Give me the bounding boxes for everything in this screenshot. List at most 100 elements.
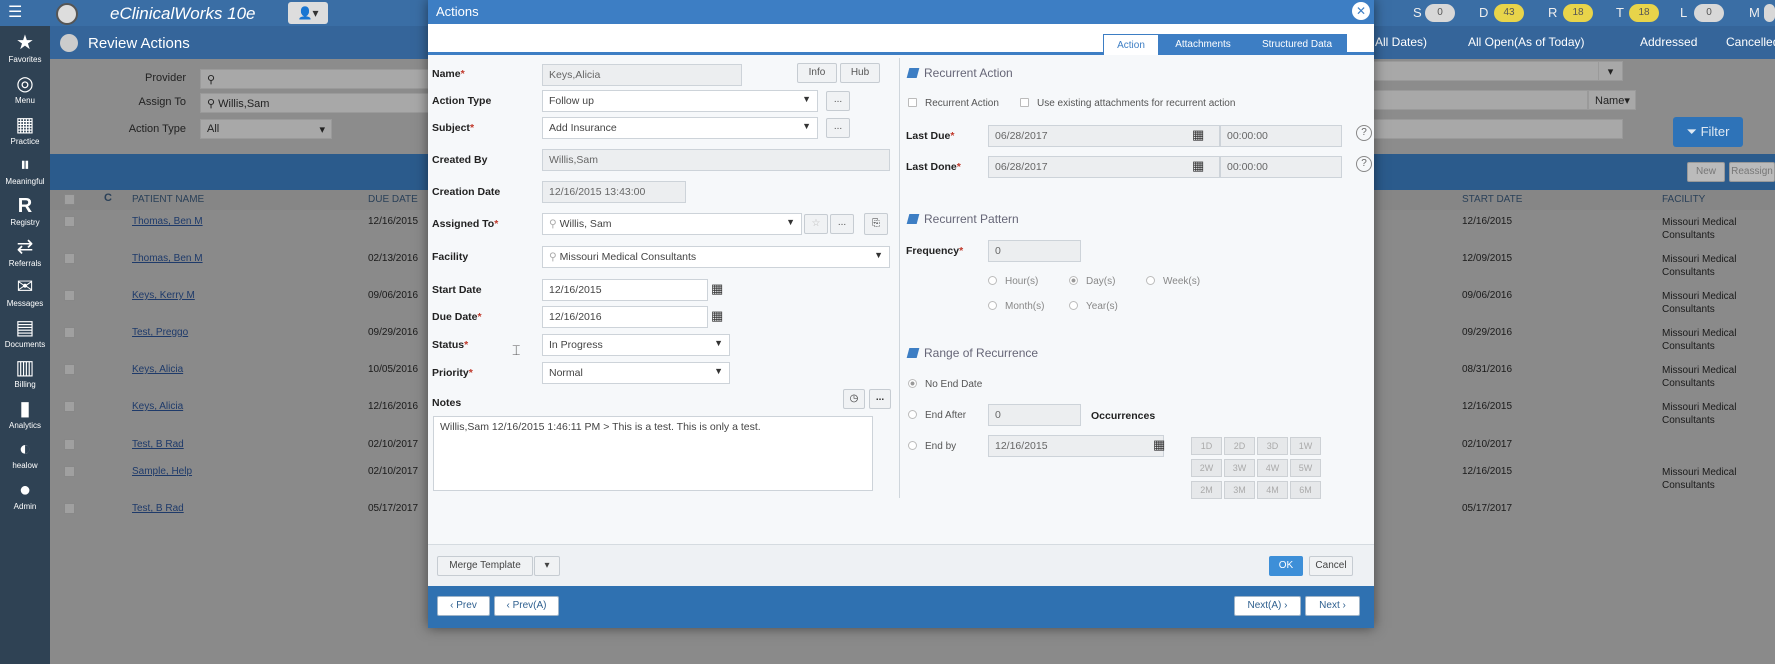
tab-cancelled[interactable]: Cancelled bbox=[1726, 35, 1775, 49]
notes-more-button[interactable]: ... bbox=[869, 389, 891, 409]
end-by-date-input[interactable]: 12/16/2015 bbox=[988, 435, 1164, 457]
chevron-down-icon[interactable]: ▾ bbox=[1598, 61, 1623, 81]
quick-1d-button[interactable]: 1D bbox=[1191, 437, 1222, 455]
sidebar-item-referrals[interactable]: ⇄ Referrals bbox=[0, 236, 50, 268]
filter-button[interactable]: ⏷ Filter bbox=[1673, 117, 1743, 147]
merge-template-dropdown-icon[interactable]: ▾ bbox=[534, 556, 560, 576]
row-checkbox[interactable] bbox=[64, 253, 75, 264]
row-checkbox[interactable] bbox=[64, 439, 75, 450]
quick-4m-button[interactable]: 4M bbox=[1257, 481, 1288, 499]
column-header-start-date[interactable]: START DATE bbox=[1462, 194, 1522, 205]
quick-3d-button[interactable]: 3D bbox=[1257, 437, 1288, 455]
action-type-select[interactable]: All ▾ bbox=[200, 119, 332, 139]
sidebar-item-documents[interactable]: ▤ Documents bbox=[0, 317, 50, 349]
patient-name-link[interactable]: Keys, Kerry M bbox=[132, 290, 195, 301]
row-checkbox[interactable] bbox=[64, 364, 75, 375]
last-due-date-input[interactable]: 06/28/2017 bbox=[988, 125, 1220, 147]
calendar-icon[interactable]: ▦ bbox=[1192, 158, 1204, 174]
patient-name-link[interactable]: Thomas, Ben M bbox=[132, 253, 203, 264]
assign-to-input[interactable]: ⚲ Willis,Sam bbox=[200, 93, 430, 113]
merge-template-button[interactable]: Merge Template bbox=[437, 556, 533, 576]
badge-s-count[interactable]: 0 bbox=[1425, 4, 1455, 22]
provider-input[interactable]: ⚲ bbox=[200, 69, 430, 89]
calendar-icon[interactable]: ▦ bbox=[1153, 437, 1165, 453]
new-button[interactable]: New bbox=[1687, 162, 1725, 182]
sidebar-item-registry[interactable]: R Registry bbox=[0, 195, 50, 227]
name-search-input[interactable] bbox=[1373, 90, 1588, 110]
last-due-time-input[interactable]: 00:00:00 bbox=[1220, 125, 1342, 147]
frequency-input[interactable]: 0 bbox=[988, 240, 1081, 262]
row-checkbox[interactable] bbox=[64, 327, 75, 338]
radio-end-after[interactable]: End After bbox=[908, 410, 966, 421]
sidebar-item-messages[interactable]: ✉ Messages bbox=[0, 276, 50, 308]
help-icon[interactable]: ? bbox=[1356, 156, 1372, 172]
column-header-patient[interactable]: PATIENT NAME bbox=[132, 194, 204, 205]
calendar-icon[interactable]: ▦ bbox=[711, 308, 723, 324]
sidebar-item-analytics[interactable]: ▮ Analytics bbox=[0, 398, 50, 430]
badge-d-count[interactable]: 43 bbox=[1494, 4, 1524, 22]
radio-years[interactable]: Year(s) bbox=[1069, 301, 1118, 312]
quick-4w-button[interactable]: 4W bbox=[1257, 459, 1288, 477]
quick-6m-button[interactable]: 6M bbox=[1290, 481, 1321, 499]
patient-name-link[interactable]: Thomas, Ben M bbox=[132, 216, 203, 227]
quick-3w-button[interactable]: 3W bbox=[1224, 459, 1255, 477]
tab-action[interactable]: Action bbox=[1103, 34, 1159, 55]
prev-button[interactable]: ‹ Prev bbox=[437, 596, 490, 616]
radio-end-by[interactable]: End by bbox=[908, 441, 956, 452]
hub-button[interactable]: Hub bbox=[840, 63, 880, 83]
action-type-more-button[interactable]: ... bbox=[826, 91, 850, 111]
info-button[interactable]: Info bbox=[797, 63, 837, 83]
tab-attachments[interactable]: Attachments bbox=[1159, 34, 1247, 55]
row-checkbox[interactable] bbox=[64, 503, 75, 514]
clock-icon[interactable]: ◷ bbox=[843, 389, 865, 409]
cancel-button[interactable]: Cancel bbox=[1309, 556, 1353, 576]
patient-name-link[interactable]: Keys, Alicia bbox=[132, 401, 183, 412]
close-icon[interactable]: ✕ bbox=[1352, 2, 1370, 20]
badge-m-count[interactable] bbox=[1764, 4, 1775, 22]
sidebar-item-healow[interactable]: ◐ healow bbox=[0, 438, 50, 470]
row-checkbox[interactable] bbox=[64, 290, 75, 301]
subject-more-button[interactable]: ... bbox=[826, 118, 850, 138]
badge-t-count[interactable]: 18 bbox=[1629, 4, 1659, 22]
quick-2m-button[interactable]: 2M bbox=[1191, 481, 1222, 499]
assigned-to-select[interactable]: ⚲ Willis, Sam ▼ bbox=[542, 213, 802, 235]
end-after-input[interactable]: 0 bbox=[988, 404, 1081, 426]
sidebar-item-billing[interactable]: ▥ Billing bbox=[0, 357, 50, 389]
assign-exit-icon[interactable]: ⎘ bbox=[864, 213, 888, 235]
priority-select[interactable]: Normal ▼ bbox=[542, 362, 730, 384]
sidebar-item-practice[interactable]: ▦ Practice bbox=[0, 114, 50, 146]
tab-all-dates[interactable]: All Dates) bbox=[1375, 35, 1427, 49]
sidebar-item-meaningful[interactable]: ⏸ Meaningful bbox=[0, 154, 50, 186]
column-header-facility[interactable]: FACILITY bbox=[1662, 194, 1705, 205]
patient-name-link[interactable]: Test, B Rad bbox=[132, 503, 184, 514]
facility-select[interactable]: ⚲ Missouri Medical Consultants ▼ bbox=[542, 246, 890, 268]
filter-select-right[interactable] bbox=[1373, 61, 1623, 81]
radio-weeks[interactable]: Week(s) bbox=[1146, 276, 1200, 287]
name-select[interactable]: Name▾ bbox=[1588, 90, 1636, 110]
row-checkbox[interactable] bbox=[64, 466, 75, 477]
assigned-to-more-button[interactable]: ... bbox=[830, 214, 854, 234]
user-switch-button[interactable]: 👤▾ bbox=[288, 2, 328, 24]
quick-3m-button[interactable]: 3M bbox=[1224, 481, 1255, 499]
due-date-input[interactable]: 12/16/2016 bbox=[542, 306, 708, 328]
select-all-checkbox[interactable] bbox=[64, 194, 75, 205]
radio-days[interactable]: Day(s) bbox=[1069, 276, 1115, 287]
last-done-date-input[interactable]: 06/28/2017 bbox=[988, 156, 1220, 178]
badge-r-count[interactable]: 18 bbox=[1563, 4, 1593, 22]
next-a-button[interactable]: Next(A) › bbox=[1234, 596, 1301, 616]
tab-addressed[interactable]: Addressed bbox=[1640, 35, 1697, 49]
filter-input-right-3[interactable] bbox=[1373, 119, 1623, 139]
action-type-select[interactable]: Follow up ▼ bbox=[542, 90, 818, 112]
badge-l-count[interactable]: 0 bbox=[1694, 4, 1724, 22]
calendar-icon[interactable]: ▦ bbox=[711, 281, 723, 297]
tab-all-open[interactable]: All Open(As of Today) bbox=[1458, 35, 1595, 49]
tab-structured-data[interactable]: Structured Data bbox=[1247, 34, 1347, 55]
subject-select[interactable]: Add Insurance ▼ bbox=[542, 117, 818, 139]
quick-5w-button[interactable]: 5W bbox=[1290, 459, 1321, 477]
patient-name-link[interactable]: Sample, Help bbox=[132, 466, 192, 477]
prev-a-button[interactable]: ‹ Prev(A) bbox=[494, 596, 559, 616]
app-logo-icon[interactable] bbox=[56, 3, 78, 25]
sidebar-item-favorites[interactable]: ★ Favorites bbox=[0, 32, 50, 64]
recurrent-action-checkbox[interactable]: Recurrent Action bbox=[908, 98, 999, 109]
row-checkbox[interactable] bbox=[64, 216, 75, 227]
